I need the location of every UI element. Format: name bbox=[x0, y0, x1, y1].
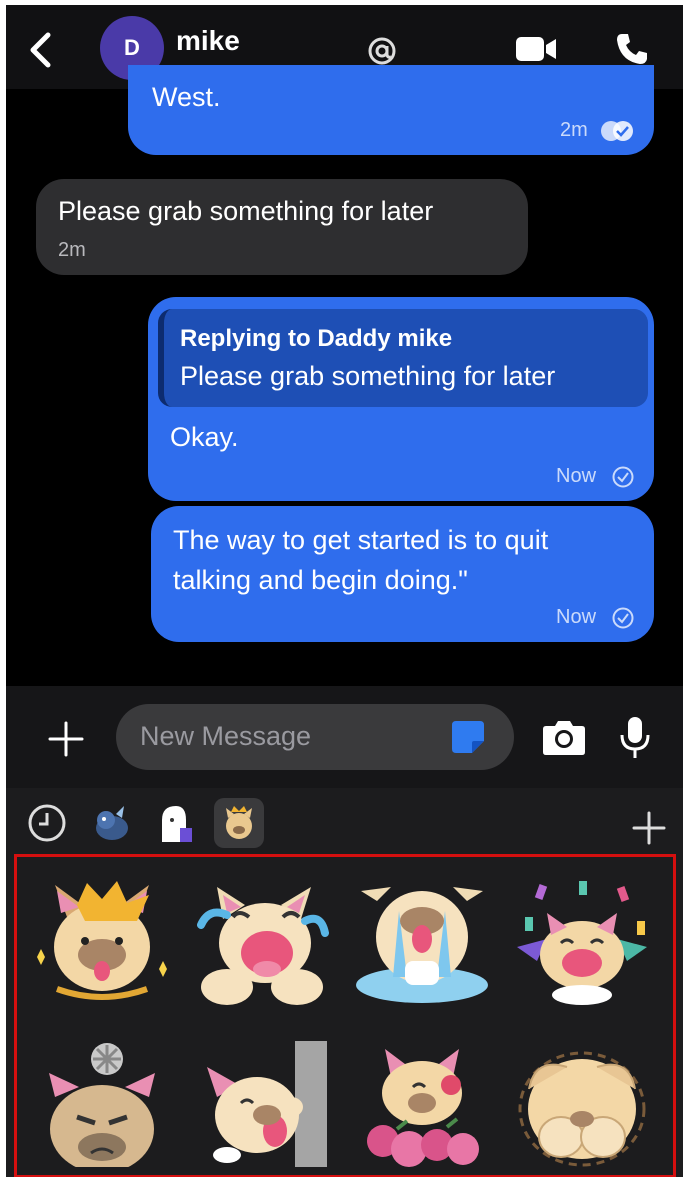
video-call-icon[interactable] bbox=[514, 33, 558, 65]
pug-pack-icon bbox=[226, 806, 252, 839]
pug-crown-sticker[interactable] bbox=[27, 877, 177, 1007]
at-mention-icon[interactable] bbox=[366, 35, 398, 67]
message-input-placeholder: New Message bbox=[140, 721, 312, 751]
pug-angry-sticker[interactable] bbox=[27, 1037, 177, 1167]
phone-screen: D mike West. 2m Please grab something fo… bbox=[6, 5, 683, 1177]
outgoing-message-bubble[interactable]: West. 2m bbox=[128, 65, 654, 155]
message-text-line: The way to get started is to quit bbox=[173, 525, 549, 555]
ghost-pack-icon bbox=[162, 806, 192, 842]
pug-hide-face-sticker[interactable] bbox=[507, 1037, 657, 1167]
microphone-icon[interactable] bbox=[618, 715, 652, 761]
message-text: Please grab something for later bbox=[58, 196, 434, 226]
check-circle-icon bbox=[612, 607, 634, 629]
reply-quote-text: Please grab something for later bbox=[180, 361, 556, 391]
message-time: Now bbox=[556, 465, 597, 487]
dragon-pack-icon bbox=[96, 806, 128, 840]
message-text: Okay. bbox=[170, 422, 239, 452]
reply-label: Replying to Daddy mike bbox=[180, 325, 453, 352]
double-check-icon bbox=[601, 121, 633, 141]
avatar-initial: D bbox=[124, 35, 140, 60]
outgoing-message-bubble[interactable]: The way to get started is to quit talkin… bbox=[151, 506, 654, 642]
phone-call-icon[interactable] bbox=[614, 31, 650, 67]
message-time: Now bbox=[556, 606, 597, 628]
pug-flowers-sticker[interactable] bbox=[347, 1037, 497, 1167]
reply-quote-box[interactable]: Replying to Daddy mike Please grab somet… bbox=[158, 309, 648, 407]
recent-clock-icon bbox=[28, 804, 66, 842]
pug-celebrate-sticker[interactable] bbox=[507, 877, 657, 1007]
sticker-tab-dragon[interactable] bbox=[86, 798, 136, 848]
message-time: 2m bbox=[560, 119, 588, 141]
plus-icon[interactable] bbox=[48, 721, 84, 757]
sticker-tab-recent[interactable] bbox=[22, 798, 72, 848]
sticker-tab-pug[interactable] bbox=[214, 798, 264, 848]
add-pack-icon[interactable] bbox=[632, 811, 666, 845]
camera-icon[interactable] bbox=[542, 718, 586, 756]
pug-crying-puddle-sticker[interactable] bbox=[347, 877, 497, 1007]
message-time: 2m bbox=[58, 239, 86, 261]
message-input[interactable]: New Message bbox=[116, 704, 514, 770]
check-circle-icon bbox=[612, 466, 634, 488]
sticker-icon[interactable] bbox=[450, 719, 486, 755]
message-text-line: talking and begin doing." bbox=[173, 565, 468, 595]
sticker-tab-ghost[interactable] bbox=[150, 798, 200, 848]
pug-crying-laugh-sticker[interactable] bbox=[187, 877, 337, 1007]
pug-peek-sticker[interactable] bbox=[187, 1037, 337, 1167]
contact-name[interactable]: mike bbox=[176, 25, 240, 57]
incoming-message-bubble[interactable]: Please grab something for later 2m bbox=[36, 179, 528, 275]
message-text: West. bbox=[152, 82, 221, 112]
sticker-grid-highlight bbox=[14, 854, 676, 1177]
back-chevron-icon[interactable] bbox=[24, 31, 58, 69]
outgoing-reply-bubble[interactable]: Replying to Daddy mike Please grab somet… bbox=[148, 297, 654, 501]
